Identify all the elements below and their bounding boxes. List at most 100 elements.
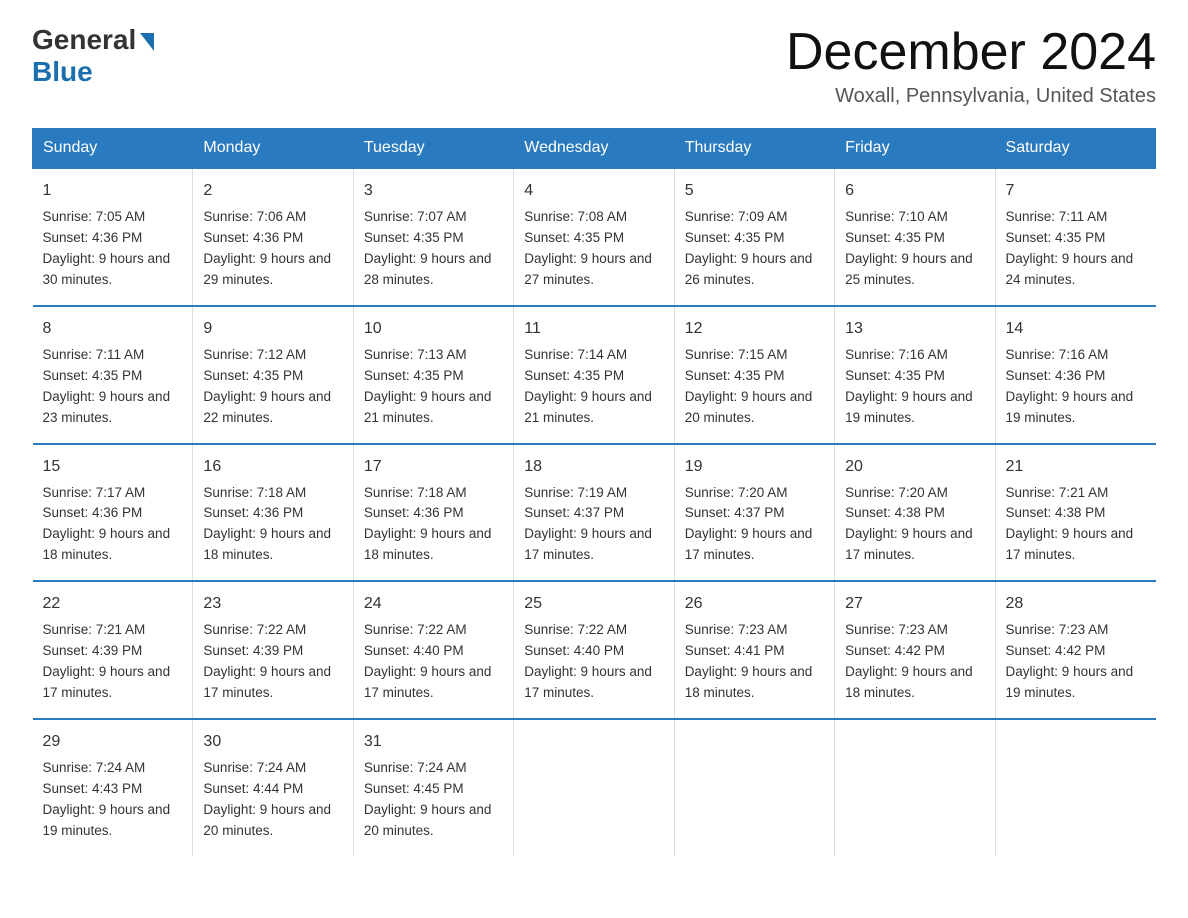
calendar-cell: 22 Sunrise: 7:21 AMSunset: 4:39 PMDaylig… [33, 581, 193, 719]
day-number: 28 [1006, 592, 1146, 616]
day-info: Sunrise: 7:14 AMSunset: 4:35 PMDaylight:… [524, 345, 663, 429]
calendar-cell: 25 Sunrise: 7:22 AMSunset: 4:40 PMDaylig… [514, 581, 674, 719]
calendar-cell: 15 Sunrise: 7:17 AMSunset: 4:36 PMDaylig… [33, 444, 193, 582]
title-section: December 2024 Woxall, Pennsylvania, Unit… [786, 24, 1156, 108]
calendar-week-row: 22 Sunrise: 7:21 AMSunset: 4:39 PMDaylig… [33, 581, 1156, 719]
calendar-cell: 4 Sunrise: 7:08 AMSunset: 4:35 PMDayligh… [514, 168, 674, 306]
day-info: Sunrise: 7:24 AMSunset: 4:44 PMDaylight:… [203, 758, 342, 842]
calendar-cell: 3 Sunrise: 7:07 AMSunset: 4:35 PMDayligh… [353, 168, 513, 306]
calendar-body: 1 Sunrise: 7:05 AMSunset: 4:36 PMDayligh… [33, 168, 1156, 855]
day-number: 1 [43, 179, 183, 203]
calendar-cell: 16 Sunrise: 7:18 AMSunset: 4:36 PMDaylig… [193, 444, 353, 582]
calendar-cell [835, 719, 995, 856]
day-number: 20 [845, 455, 984, 479]
day-number: 13 [845, 317, 984, 341]
day-info: Sunrise: 7:11 AMSunset: 4:35 PMDaylight:… [1006, 207, 1146, 291]
day-number: 27 [845, 592, 984, 616]
day-number: 8 [43, 317, 183, 341]
day-info: Sunrise: 7:23 AMSunset: 4:41 PMDaylight:… [685, 620, 824, 704]
day-number: 14 [1006, 317, 1146, 341]
day-number: 6 [845, 179, 984, 203]
calendar-header: SundayMondayTuesdayWednesdayThursdayFrid… [33, 129, 1156, 169]
calendar-cell: 14 Sunrise: 7:16 AMSunset: 4:36 PMDaylig… [995, 306, 1155, 444]
day-number: 15 [43, 455, 183, 479]
calendar-cell [514, 719, 674, 856]
calendar-cell: 18 Sunrise: 7:19 AMSunset: 4:37 PMDaylig… [514, 444, 674, 582]
day-number: 4 [524, 179, 663, 203]
calendar-cell [995, 719, 1155, 856]
day-number: 23 [203, 592, 342, 616]
page-header: General Blue December 2024 Woxall, Penns… [32, 24, 1156, 108]
day-info: Sunrise: 7:18 AMSunset: 4:36 PMDaylight:… [203, 483, 342, 567]
logo: General Blue [32, 24, 154, 88]
day-info: Sunrise: 7:20 AMSunset: 4:37 PMDaylight:… [685, 483, 824, 567]
calendar-cell: 2 Sunrise: 7:06 AMSunset: 4:36 PMDayligh… [193, 168, 353, 306]
calendar-cell: 23 Sunrise: 7:22 AMSunset: 4:39 PMDaylig… [193, 581, 353, 719]
calendar-cell: 7 Sunrise: 7:11 AMSunset: 4:35 PMDayligh… [995, 168, 1155, 306]
calendar-cell: 1 Sunrise: 7:05 AMSunset: 4:36 PMDayligh… [33, 168, 193, 306]
day-info: Sunrise: 7:22 AMSunset: 4:40 PMDaylight:… [524, 620, 663, 704]
day-number: 7 [1006, 179, 1146, 203]
calendar-cell: 17 Sunrise: 7:18 AMSunset: 4:36 PMDaylig… [353, 444, 513, 582]
calendar-week-row: 8 Sunrise: 7:11 AMSunset: 4:35 PMDayligh… [33, 306, 1156, 444]
calendar-cell: 8 Sunrise: 7:11 AMSunset: 4:35 PMDayligh… [33, 306, 193, 444]
calendar-cell: 29 Sunrise: 7:24 AMSunset: 4:43 PMDaylig… [33, 719, 193, 856]
calendar-cell: 27 Sunrise: 7:23 AMSunset: 4:42 PMDaylig… [835, 581, 995, 719]
day-info: Sunrise: 7:23 AMSunset: 4:42 PMDaylight:… [1006, 620, 1146, 704]
day-info: Sunrise: 7:24 AMSunset: 4:45 PMDaylight:… [364, 758, 503, 842]
day-info: Sunrise: 7:13 AMSunset: 4:35 PMDaylight:… [364, 345, 503, 429]
day-info: Sunrise: 7:21 AMSunset: 4:39 PMDaylight:… [43, 620, 183, 704]
day-info: Sunrise: 7:07 AMSunset: 4:35 PMDaylight:… [364, 207, 503, 291]
day-info: Sunrise: 7:23 AMSunset: 4:42 PMDaylight:… [845, 620, 984, 704]
day-info: Sunrise: 7:12 AMSunset: 4:35 PMDaylight:… [203, 345, 342, 429]
calendar-cell: 20 Sunrise: 7:20 AMSunset: 4:38 PMDaylig… [835, 444, 995, 582]
weekday-header-friday: Friday [835, 129, 995, 169]
month-year-title: December 2024 [786, 24, 1156, 81]
logo-text: General [32, 24, 154, 56]
day-info: Sunrise: 7:22 AMSunset: 4:39 PMDaylight:… [203, 620, 342, 704]
day-number: 12 [685, 317, 824, 341]
calendar-week-row: 1 Sunrise: 7:05 AMSunset: 4:36 PMDayligh… [33, 168, 1156, 306]
weekday-header-row: SundayMondayTuesdayWednesdayThursdayFrid… [33, 129, 1156, 169]
calendar-table: SundayMondayTuesdayWednesdayThursdayFrid… [32, 128, 1156, 855]
day-info: Sunrise: 7:18 AMSunset: 4:36 PMDaylight:… [364, 483, 503, 567]
day-info: Sunrise: 7:05 AMSunset: 4:36 PMDaylight:… [43, 207, 183, 291]
logo-general: General [32, 24, 136, 56]
day-number: 25 [524, 592, 663, 616]
day-info: Sunrise: 7:11 AMSunset: 4:35 PMDaylight:… [43, 345, 183, 429]
weekday-header-wednesday: Wednesday [514, 129, 674, 169]
weekday-header-tuesday: Tuesday [353, 129, 513, 169]
day-number: 19 [685, 455, 824, 479]
day-info: Sunrise: 7:16 AMSunset: 4:36 PMDaylight:… [1006, 345, 1146, 429]
day-number: 18 [524, 455, 663, 479]
weekday-header-thursday: Thursday [674, 129, 834, 169]
calendar-week-row: 15 Sunrise: 7:17 AMSunset: 4:36 PMDaylig… [33, 444, 1156, 582]
weekday-header-monday: Monday [193, 129, 353, 169]
day-number: 16 [203, 455, 342, 479]
day-info: Sunrise: 7:06 AMSunset: 4:36 PMDaylight:… [203, 207, 342, 291]
day-info: Sunrise: 7:21 AMSunset: 4:38 PMDaylight:… [1006, 483, 1146, 567]
day-info: Sunrise: 7:16 AMSunset: 4:35 PMDaylight:… [845, 345, 984, 429]
weekday-header-saturday: Saturday [995, 129, 1155, 169]
calendar-cell: 11 Sunrise: 7:14 AMSunset: 4:35 PMDaylig… [514, 306, 674, 444]
calendar-cell: 26 Sunrise: 7:23 AMSunset: 4:41 PMDaylig… [674, 581, 834, 719]
day-number: 24 [364, 592, 503, 616]
logo-blue-text: Blue [32, 56, 93, 88]
calendar-cell: 13 Sunrise: 7:16 AMSunset: 4:35 PMDaylig… [835, 306, 995, 444]
day-info: Sunrise: 7:17 AMSunset: 4:36 PMDaylight:… [43, 483, 183, 567]
calendar-cell: 21 Sunrise: 7:21 AMSunset: 4:38 PMDaylig… [995, 444, 1155, 582]
calendar-cell: 12 Sunrise: 7:15 AMSunset: 4:35 PMDaylig… [674, 306, 834, 444]
calendar-cell: 24 Sunrise: 7:22 AMSunset: 4:40 PMDaylig… [353, 581, 513, 719]
day-number: 11 [524, 317, 663, 341]
day-number: 30 [203, 730, 342, 754]
logo-arrow-icon [140, 33, 154, 51]
calendar-cell: 28 Sunrise: 7:23 AMSunset: 4:42 PMDaylig… [995, 581, 1155, 719]
day-number: 26 [685, 592, 824, 616]
day-info: Sunrise: 7:20 AMSunset: 4:38 PMDaylight:… [845, 483, 984, 567]
day-info: Sunrise: 7:15 AMSunset: 4:35 PMDaylight:… [685, 345, 824, 429]
location-subtitle: Woxall, Pennsylvania, United States [786, 85, 1156, 108]
day-number: 17 [364, 455, 503, 479]
calendar-cell: 5 Sunrise: 7:09 AMSunset: 4:35 PMDayligh… [674, 168, 834, 306]
calendar-cell: 19 Sunrise: 7:20 AMSunset: 4:37 PMDaylig… [674, 444, 834, 582]
calendar-cell: 6 Sunrise: 7:10 AMSunset: 4:35 PMDayligh… [835, 168, 995, 306]
